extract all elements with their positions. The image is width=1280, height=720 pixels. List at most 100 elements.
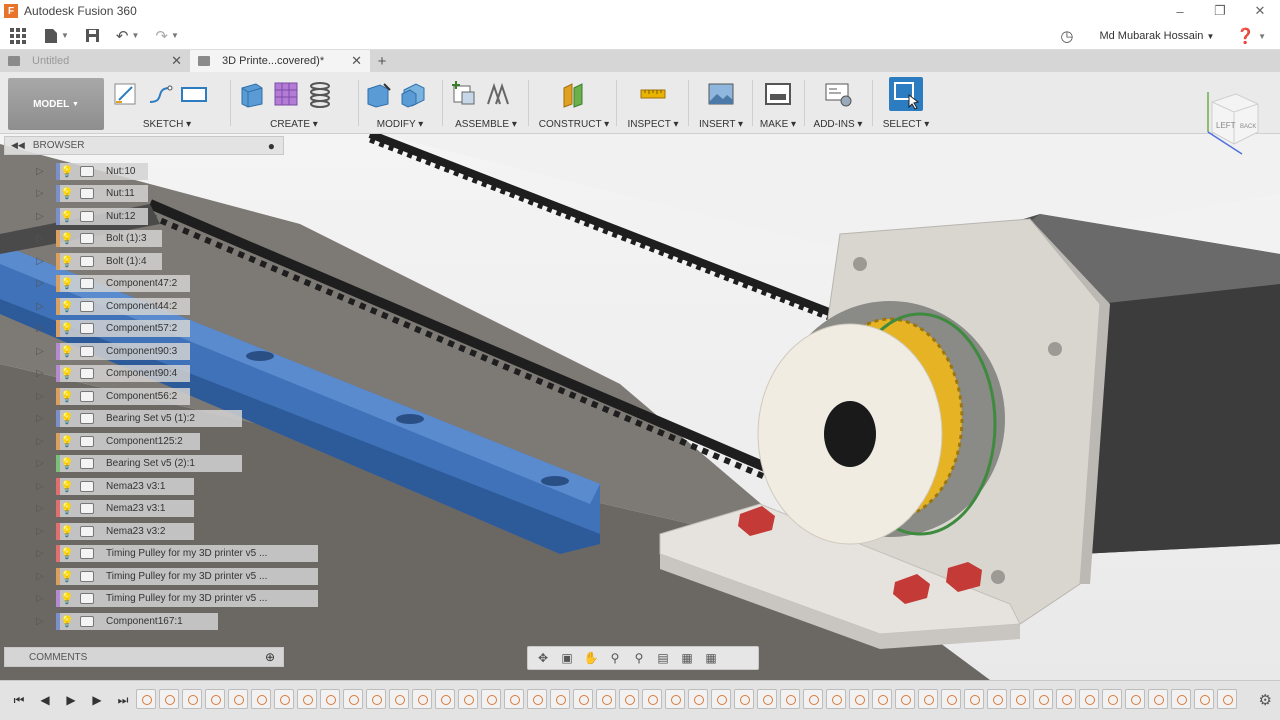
browser-item[interactable]: ▷ 💡 Nema23 v3:1	[0, 498, 194, 520]
help-icon[interactable]: ❓ ▼	[1228, 22, 1274, 50]
visibility-bulb-icon[interactable]: 💡	[60, 613, 74, 630]
select-group[interactable]: SELECT ▾	[878, 76, 934, 132]
timeline-feature[interactable]	[550, 689, 570, 709]
visibility-bulb-icon[interactable]: 💡	[60, 298, 74, 315]
timeline-feature[interactable]	[504, 689, 524, 709]
timeline-feature[interactable]	[849, 689, 869, 709]
timeline-feature[interactable]	[366, 689, 386, 709]
fit-icon[interactable]: ⚲	[630, 650, 648, 666]
timeline-feature[interactable]	[757, 689, 777, 709]
timeline-feature[interactable]	[481, 689, 501, 709]
expand-triangle-icon[interactable]: ▷	[36, 166, 48, 177]
visibility-bulb-icon[interactable]: 💡	[60, 208, 74, 225]
timeline-feature[interactable]	[1171, 689, 1191, 709]
restore-icon[interactable]: ❐	[1200, 0, 1240, 22]
expand-triangle-icon[interactable]: ▷	[36, 188, 48, 199]
timeline-feature[interactable]	[1079, 689, 1099, 709]
timeline-feature[interactable]	[228, 689, 248, 709]
timeline-feature[interactable]	[251, 689, 271, 709]
minimize-panel-icon[interactable]: ●	[268, 139, 275, 153]
close-icon[interactable]: ✕	[1240, 0, 1280, 22]
visibility-bulb-icon[interactable]: 💡	[60, 163, 74, 180]
tab-untitled[interactable]: Untitled ✕	[0, 50, 190, 72]
timeline-feature[interactable]	[941, 689, 961, 709]
timeline-feature[interactable]	[1217, 689, 1237, 709]
browser-item[interactable]: ▷ 💡 Component56:2	[0, 385, 190, 407]
browser-item[interactable]: ▷ 💡 Component47:2	[0, 273, 190, 295]
pan-icon[interactable]: ✋	[582, 650, 600, 666]
undo-button[interactable]: ↶ ▼	[108, 22, 148, 50]
visibility-bulb-icon[interactable]: 💡	[60, 410, 74, 427]
timeline-feature[interactable]	[619, 689, 639, 709]
timeline-feature[interactable]	[527, 689, 547, 709]
expand-triangle-icon[interactable]: ▷	[36, 346, 48, 357]
sketch-group[interactable]: SKETCH ▾	[112, 76, 222, 132]
visibility-bulb-icon[interactable]: 💡	[60, 185, 74, 202]
expand-triangle-icon[interactable]: ▷	[36, 481, 48, 492]
visibility-bulb-icon[interactable]: 💡	[60, 455, 74, 472]
comments-panel[interactable]: COMMENTS ⊕	[4, 647, 284, 667]
offset-plane-icon[interactable]	[560, 80, 588, 108]
expand-triangle-icon[interactable]: ▷	[36, 548, 48, 559]
assemble-group[interactable]: ASSEMBLE ▾	[450, 76, 522, 132]
timeline-feature[interactable]	[159, 689, 179, 709]
expand-triangle-icon[interactable]: ▷	[36, 256, 48, 267]
browser-item-pill[interactable]: 💡 Nema23 v3:2	[56, 522, 194, 540]
browser-item[interactable]: ▷ 💡 Component44:2	[0, 295, 190, 317]
timeline-feature[interactable]	[826, 689, 846, 709]
timeline-feature[interactable]	[1125, 689, 1145, 709]
joint-icon[interactable]	[484, 80, 512, 108]
expand-triangle-icon[interactable]: ▷	[36, 503, 48, 514]
grid-icon[interactable]	[0, 22, 36, 50]
timeline-feature[interactable]	[895, 689, 915, 709]
play-icon[interactable]: ▶	[62, 691, 80, 709]
browser-item[interactable]: ▷ 💡 Nut:10	[0, 160, 148, 182]
expand-triangle-icon[interactable]: ▷	[36, 413, 48, 424]
press-pull-icon[interactable]	[364, 80, 392, 108]
browser-item-pill[interactable]: 💡 Component44:2	[56, 297, 190, 315]
3d-print-icon[interactable]	[764, 80, 792, 108]
visibility-bulb-icon[interactable]: 💡	[60, 478, 74, 495]
browser-item-pill[interactable]: 💡 Timing Pulley for my 3D printer v5 ...	[56, 567, 318, 585]
timeline-feature[interactable]	[642, 689, 662, 709]
rectangle-icon[interactable]	[180, 80, 208, 108]
expand-triangle-icon[interactable]: ▷	[36, 278, 48, 289]
step-back-icon[interactable]: ◀	[36, 691, 54, 709]
expand-triangle-icon[interactable]: ▷	[36, 593, 48, 604]
browser-item-pill[interactable]: 💡 Component57:2	[56, 320, 190, 337]
browser-item-pill[interactable]: 💡 Nut:12	[56, 207, 148, 225]
visibility-bulb-icon[interactable]: 💡	[60, 343, 74, 360]
grid-settings-icon[interactable]: ▦	[678, 650, 696, 666]
expand-triangle-icon[interactable]: ▷	[36, 233, 48, 244]
expand-triangle-icon[interactable]: ▷	[36, 436, 48, 447]
browser-item-pill[interactable]: 💡 Bearing Set v5 (2):1	[56, 455, 242, 472]
add-ins-group[interactable]: ADD-INS ▾	[810, 76, 866, 132]
file-menu-button[interactable]: ▼	[36, 22, 77, 50]
timeline-feature[interactable]	[1102, 689, 1122, 709]
timeline-feature[interactable]	[803, 689, 823, 709]
insert-image-icon[interactable]	[707, 80, 735, 108]
workspace-switcher[interactable]: MODEL ▼	[8, 78, 104, 130]
modify-group[interactable]: MODIFY ▾	[364, 76, 436, 132]
tab-3d-printer[interactable]: 3D Printe...covered)* ✕	[190, 50, 370, 72]
zoom-icon[interactable]: ⚲	[606, 650, 624, 666]
view-cube[interactable]: LEFT BACK	[1198, 84, 1270, 166]
timeline-settings-icon[interactable]: ⚙	[1259, 691, 1272, 709]
expand-triangle-icon[interactable]: ▷	[36, 323, 48, 334]
create-sketch-icon[interactable]	[112, 80, 140, 108]
construct-group[interactable]: CONSTRUCT ▾	[536, 76, 612, 132]
collapse-arrows-icon[interactable]: ◀◀	[11, 140, 25, 151]
browser-item[interactable]: ▷ 💡 Bearing Set v5 (1):2	[0, 408, 242, 430]
timeline-feature[interactable]	[711, 689, 731, 709]
browser-item-pill[interactable]: 💡 Component47:2	[56, 275, 190, 292]
browser-item[interactable]: ▷ 💡 Nema23 v3:2	[0, 520, 194, 542]
timeline-feature[interactable]	[964, 689, 984, 709]
browser-item-pill[interactable]: 💡 Timing Pulley for my 3D printer v5 ...	[56, 590, 318, 607]
create-group[interactable]: CREATE ▾	[238, 76, 350, 132]
add-comment-icon[interactable]: ⊕	[265, 650, 275, 664]
timeline-feature[interactable]	[1010, 689, 1030, 709]
browser-item[interactable]: ▷ 💡 Component125:2	[0, 430, 200, 452]
timeline-feature[interactable]	[320, 689, 340, 709]
browser-item-pill[interactable]: 💡 Nut:11	[56, 185, 148, 202]
browser-item-pill[interactable]: 💡 Component90:3	[56, 342, 190, 360]
